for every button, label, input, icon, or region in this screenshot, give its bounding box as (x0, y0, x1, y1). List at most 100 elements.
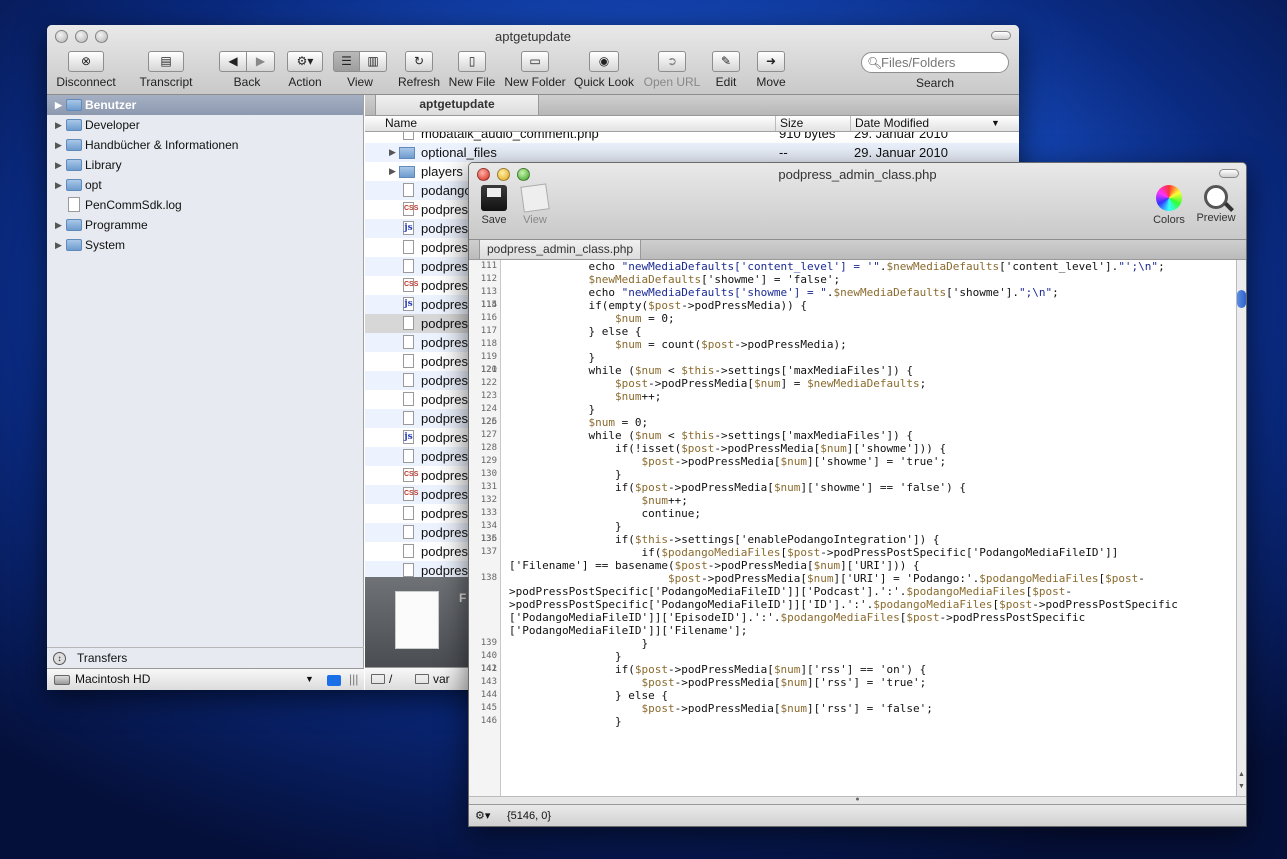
file-name: podpres (421, 487, 468, 502)
search-field[interactable]: 🔍︎ Files/Folders (861, 52, 1009, 73)
view-button[interactable]: View (520, 183, 550, 226)
sidebar-item[interactable]: ▶ Library (47, 155, 363, 175)
disclosure-triangle-icon[interactable]: ▶ (389, 162, 396, 181)
line-number: 140 (480, 651, 497, 661)
line-number: 130 (480, 469, 497, 479)
volume-selector[interactable]: Macintosh HD ▼ ||| (47, 668, 364, 690)
line-number: 117 (480, 326, 497, 336)
sidebar-item[interactable]: ▶ Programme (47, 215, 363, 235)
sidebar-item[interactable]: PenCommSdk.log (47, 195, 363, 215)
toolbar-toggle-button[interactable] (991, 31, 1011, 40)
code-line-text: >podPressPostSpecific['PodangoMediaFileI… (509, 598, 1178, 611)
forward-arrow-icon[interactable]: ▶ (247, 51, 275, 72)
code-text[interactable]: 111 echo "newMediaDefaults['content_leve… (469, 260, 1236, 728)
code-line-text: } (509, 637, 649, 650)
local-folder-icon[interactable] (327, 675, 341, 686)
preview-button[interactable]: Preview (1193, 185, 1239, 224)
tab-podpress-admin-class[interactable]: podpress_admin_class.php (479, 240, 642, 260)
code-line-text: $num = count($post->podPressMedia); (614, 338, 847, 351)
disclosure-triangle-icon[interactable]: ▶ (55, 115, 62, 135)
edit-button[interactable]: ✎ Edit (707, 51, 745, 89)
scrollbar-thumb[interactable] (1237, 290, 1246, 308)
view-button[interactable]: ☰ ▥ View (333, 51, 387, 89)
refresh-button[interactable]: ↻ Refresh (397, 51, 441, 89)
action-button[interactable]: ⚙▾ Action (285, 51, 325, 89)
sidebar-item[interactable]: ▶ System (47, 235, 363, 255)
new-folder-button[interactable]: ▭ New Folder (503, 51, 567, 89)
path-var[interactable]: var (433, 668, 450, 690)
refresh-icon: ↻ (405, 51, 433, 72)
split-handle-icon[interactable]: ||| (349, 669, 358, 690)
line-number: 116 (480, 313, 497, 323)
code-line-text: >podPressPostSpecific['PodangoMediaFileI… (509, 585, 1072, 598)
tab-aptgetupdate[interactable]: aptgetupdate (375, 95, 539, 116)
sort-descending-icon[interactable]: ▼ (991, 116, 1000, 131)
code-line-text: continue; (509, 507, 702, 520)
sidebar-item[interactable]: ▶ Benutzer (47, 95, 363, 115)
back-arrow-icon[interactable]: ◀ (219, 51, 247, 72)
code-editor[interactable]: 111 echo "newMediaDefaults['content_leve… (469, 260, 1236, 796)
disclosure-triangle-icon[interactable]: ▶ (55, 175, 62, 195)
code-line: ['Filename'] == basename($post->podPress… (469, 559, 1236, 572)
column-view-icon[interactable]: ▥ (360, 51, 387, 72)
split-handle[interactable]: ● (469, 796, 1246, 804)
sidebar-item[interactable]: ▶ Developer (47, 115, 363, 135)
code-line: 134 } (469, 520, 1236, 533)
code-line: 122 $post->podPressMedia[$num] = $newMed… (469, 377, 1236, 390)
save-button[interactable]: Save (479, 185, 509, 226)
scroll-down-arrow-icon[interactable]: ▼ (1238, 783, 1245, 790)
transfers-label: Transfers (77, 651, 128, 665)
disclosure-triangle-icon[interactable]: ▶ (55, 215, 62, 235)
chevron-down-icon[interactable]: ▼ (305, 669, 314, 690)
code-line-text: $post->podPressMedia[$num]['rss'] = 'fal… (641, 702, 933, 715)
move-button[interactable]: ➜ Move (753, 51, 789, 89)
size-column-header[interactable]: Size (775, 116, 803, 131)
scroll-up-arrow-icon[interactable]: ▲ (1238, 771, 1245, 778)
document-icon (403, 449, 414, 463)
disconnect-button[interactable]: ⊗ Disconnect (55, 51, 117, 89)
open-url-button[interactable]: ➲ Open URL (641, 51, 703, 89)
file-row[interactable]: ▶ optional_files -- 29. Januar 2010 (365, 143, 1019, 162)
folder-icon (399, 147, 415, 159)
open-url-icon: ➲ (658, 51, 686, 72)
sidebar-item[interactable]: ▶ opt (47, 175, 363, 195)
transcript-button[interactable]: ▤ Transcript (135, 51, 197, 89)
quick-look-button[interactable]: ◉ Quick Look (573, 51, 635, 89)
document-icon (403, 132, 414, 140)
code-line: >podPressPostSpecific['PodangoMediaFileI… (469, 585, 1236, 598)
new-file-button[interactable]: ▯ New File (447, 51, 497, 89)
line-number: 122 (480, 378, 497, 388)
name-column-header[interactable]: Name (385, 116, 417, 131)
disclosure-triangle-icon[interactable]: ▶ (55, 235, 62, 255)
sidebar: ▶ Benutzer ▶ Developer ▶ Handbücher & Informa… (47, 95, 364, 690)
date-column-header[interactable]: Date Modified (850, 116, 929, 131)
list-view-icon[interactable]: ☰ (333, 51, 360, 72)
view-label: View (523, 214, 547, 226)
disclosure-triangle-icon[interactable]: ▶ (55, 95, 62, 115)
move-label: Move (756, 75, 786, 89)
code-line-text: $post->podPressMedia[$num]['showme'] = '… (641, 455, 947, 468)
code-line: 117 } else { (469, 325, 1236, 338)
line-number: 124 (480, 404, 497, 414)
code-line-text: $num = 0; (588, 416, 649, 429)
file-row[interactable]: mobatalk_audio_comment.php 910 bytes 29. J… (365, 132, 1019, 143)
disclosure-triangle-icon[interactable]: ▶ (55, 135, 62, 155)
vertical-scrollbar[interactable]: ▲ ▼ (1236, 260, 1246, 796)
disclosure-triangle-icon[interactable]: ▶ (55, 155, 62, 175)
toolbar-toggle-button[interactable] (1219, 169, 1239, 178)
back-button[interactable]: ◀ ▶ Back (217, 51, 277, 89)
code-line-text: } (509, 650, 622, 663)
js-file-icon: js (403, 221, 414, 235)
code-line-text: $newMediaDefaults['showme'] = 'false'; (588, 273, 841, 286)
path-root[interactable]: / (389, 668, 392, 690)
colors-button[interactable]: Colors (1151, 185, 1187, 226)
tab-bar: aptgetupdate (365, 95, 1019, 116)
transfers-toggle[interactable]: ↕ Transfers (47, 647, 364, 668)
disclosure-triangle-icon[interactable]: ▶ (389, 143, 396, 162)
code-line: 136 if($this->settings['enablePodangoInt… (469, 533, 1236, 546)
refresh-label: Refresh (397, 75, 441, 89)
sidebar-item-label: PenCommSdk.log (85, 198, 182, 212)
sidebar-item[interactable]: ▶ Handbücher & Informationen (47, 135, 363, 155)
gear-icon[interactable]: ⚙▾ (475, 805, 490, 826)
code-line: 132 $num++; (469, 494, 1236, 507)
